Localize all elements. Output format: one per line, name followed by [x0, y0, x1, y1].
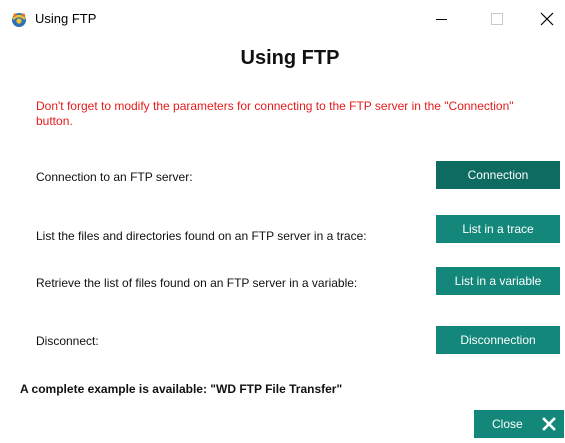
warning-message: Don't forget to modify the parameters fo… [36, 99, 514, 128]
minimize-button[interactable] [418, 0, 464, 38]
list-in-variable-button[interactable]: List in a variable [436, 267, 560, 295]
ftp-dialog-window: Using FTP Using FTP Don't forget to modi… [0, 0, 565, 443]
close-button-label: Close [492, 417, 523, 431]
list-in-trace-label: List the files and directories found on … [36, 229, 367, 243]
list-in-trace-button[interactable]: List in a trace [436, 215, 560, 243]
connection-label: Connection to an FTP server: [36, 170, 193, 184]
maximize-icon [491, 13, 503, 25]
example-note: A complete example is available: "WD FTP… [20, 382, 343, 396]
minimize-icon [435, 18, 447, 20]
close-x-icon [542, 417, 556, 431]
window-title: Using FTP [35, 11, 97, 26]
disconnect-label: Disconnect: [36, 334, 99, 348]
title-bar[interactable]: Using FTP [0, 0, 565, 38]
window-close-button[interactable] [524, 0, 565, 38]
connection-button[interactable]: Connection [436, 161, 560, 189]
close-icon [540, 12, 554, 26]
page-title: Using FTP [240, 47, 340, 69]
close-button[interactable]: Close [474, 410, 564, 438]
list-in-variable-label: Retrieve the list of files found on an F… [36, 276, 358, 290]
maximize-button[interactable] [474, 0, 520, 38]
app-icon [10, 10, 28, 28]
disconnection-button[interactable]: Disconnection [436, 326, 560, 354]
